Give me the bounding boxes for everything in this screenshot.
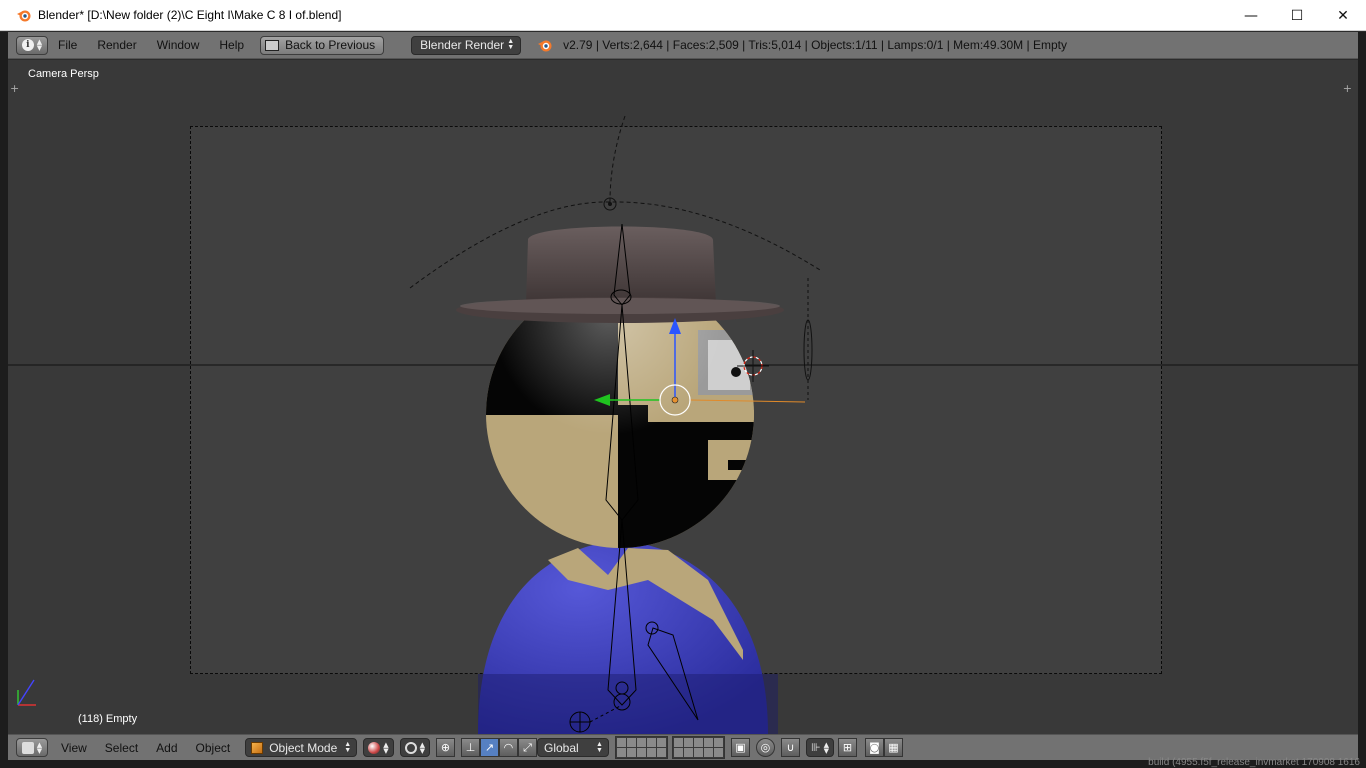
layer-buttons[interactable] <box>614 736 729 759</box>
shirt-shadow <box>478 674 778 734</box>
window-title: Blender* [D:\New folder (2)\C Eight I\Ma… <box>38 8 342 22</box>
render-animation-button[interactable]: ▦ <box>883 738 903 757</box>
minimize-button[interactable]: — <box>1228 0 1274 31</box>
view3d-icon <box>21 741 34 754</box>
proportional-edit-button[interactable]: ◎ <box>755 738 775 757</box>
build-info: build (4955.f5f_release_invmarket 170908… <box>1148 757 1360 768</box>
manipulator-toggle[interactable]: ⊕ <box>435 738 455 757</box>
orientation-value: Global <box>543 740 579 755</box>
translate-button[interactable]: ↗ <box>479 738 499 757</box>
rotate-icon: ◠ <box>503 741 514 754</box>
proportional-icon: ◎ <box>760 741 771 754</box>
view-label: Camera Persp <box>28 68 99 80</box>
scene-stats: v2.79 | Verts:2,644 | Faces:2,509 | Tris… <box>537 37 1067 53</box>
axes-icon: ⊥ <box>465 741 476 754</box>
transform-orientation-select[interactable]: Global ▲ ▼ <box>536 738 609 757</box>
render-engine-select[interactable]: Blender Render ▲ ▼ <box>411 35 522 55</box>
render-engine-value: Blender Render <box>420 38 505 52</box>
snap-element-select[interactable]: ⊪ ▲ ▼ <box>805 738 834 757</box>
updown-arrows-icon: ▲ ▼ <box>596 740 603 754</box>
layer-grid-1[interactable] <box>614 736 668 759</box>
updown-arrows-icon: ▲ ▼ <box>823 740 829 755</box>
shading-sphere-icon <box>368 741 381 754</box>
updown-arrows-icon: ▲ ▼ <box>344 740 352 754</box>
lock-camera-button[interactable]: ▣ <box>730 738 750 757</box>
stats-text: v2.79 | Verts:2,644 | Faces:2,509 | Tris… <box>563 38 1067 52</box>
blender-logo-icon <box>538 40 552 52</box>
maximize-button[interactable]: ☐ <box>1274 0 1320 31</box>
clapper-icon: ▦ <box>888 741 899 754</box>
close-button[interactable]: ✕ <box>1320 0 1366 31</box>
window-border-right <box>1358 32 1366 768</box>
menu-file[interactable]: File <box>48 32 87 59</box>
snap-toggle[interactable]: ∪ <box>780 738 800 757</box>
pivot-point-select[interactable]: ▲ ▼ <box>399 738 430 757</box>
mode-select[interactable]: Object Mode ▲ ▼ <box>245 738 358 757</box>
snap-target-icon: ⊞ <box>842 741 853 754</box>
menu-view[interactable]: View <box>52 741 96 755</box>
updown-arrows-icon: ▲ ▼ <box>507 38 515 51</box>
lock-icon: ▣ <box>735 741 746 754</box>
object-cube-icon <box>251 741 264 754</box>
back-to-previous-label: Back to Previous <box>285 38 376 52</box>
camera-icon: ◙ <box>869 741 880 754</box>
updown-arrows-icon: ▲ ▼ <box>383 740 389 755</box>
toolshelf-toggle[interactable]: + <box>10 82 19 95</box>
scene-render <box>8 115 1358 734</box>
menu-window[interactable]: Window <box>147 32 210 59</box>
properties-toggle[interactable]: + <box>1343 82 1352 95</box>
info-icon: i <box>21 39 34 51</box>
back-to-previous-button[interactable]: Back to Previous <box>260 35 385 55</box>
back-arrow-icon <box>265 39 280 51</box>
3d-viewport[interactable]: Camera Persp + + (118) Empty <box>8 60 1358 734</box>
pivot-icon <box>404 741 417 754</box>
object-info-label: (118) Empty <box>78 713 138 725</box>
manipulator-axes-button[interactable]: ⊥ <box>460 738 480 757</box>
layer-grid-2[interactable] <box>671 736 725 759</box>
scale-icon: ⤢ <box>523 740 532 754</box>
window-title-bar: Blender* [D:\New folder (2)\C Eight I\Ma… <box>0 0 1366 31</box>
menu-help[interactable]: Help <box>209 32 254 59</box>
manipulator-icon: ⊕ <box>440 741 451 754</box>
scale-button[interactable]: ⤢ <box>517 738 537 757</box>
updown-arrows-icon: ▲ ▼ <box>36 38 43 52</box>
viewport-shading-select[interactable]: ▲ ▼ <box>363 738 394 757</box>
updown-arrows-icon: ▲ ▼ <box>36 740 43 755</box>
blender-logo-icon <box>17 10 31 22</box>
window-border-left <box>0 32 8 768</box>
render-image-button[interactable]: ◙ <box>864 738 884 757</box>
editor-type-button[interactable]: i ▲ ▼ <box>16 35 48 55</box>
translate-arrow-icon: ↗ <box>484 741 495 754</box>
mode-value: Object Mode <box>269 740 338 755</box>
menu-select[interactable]: Select <box>96 741 147 755</box>
menu-render[interactable]: Render <box>87 32 146 59</box>
info-header: i ▲ ▼ File Render Window Help Back to Pre… <box>8 32 1358 59</box>
editor-type-button[interactable]: ▲ ▼ <box>16 738 48 757</box>
menu-object[interactable]: Object <box>187 741 240 755</box>
updown-arrows-icon: ▲ ▼ <box>419 740 425 755</box>
magnet-icon: ∪ <box>786 741 795 754</box>
rotate-button[interactable]: ◠ <box>498 738 518 757</box>
menu-add[interactable]: Add <box>147 741 186 755</box>
snap-increment-icon: ⊪ <box>810 741 821 754</box>
hat-crown <box>526 226 716 304</box>
snap-target-button[interactable]: ⊞ <box>837 738 857 757</box>
